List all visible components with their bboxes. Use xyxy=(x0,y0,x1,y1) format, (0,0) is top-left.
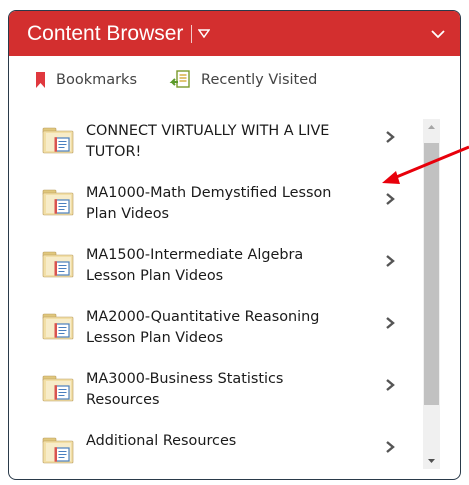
caret-down-icon[interactable] xyxy=(197,27,211,42)
content-list: CONNECT VIRTUALLY WITH A LIVE TUTOR! MA1… xyxy=(9,111,430,479)
module-folder-icon xyxy=(41,187,75,217)
list-item[interactable]: MA3000-Business Statistics Resources xyxy=(41,369,430,423)
item-label: Additional Resources xyxy=(86,433,237,449)
list-item[interactable]: MA1000-Math Demystified Lesson Plan Vide… xyxy=(41,183,430,237)
module-folder-icon xyxy=(41,249,75,279)
item-label: MA3000-Business Statistics Resources xyxy=(86,371,284,408)
list-item[interactable]: MA1500-Intermediate Algebra Lesson Plan … xyxy=(41,245,430,299)
item-label: MA2000-Quantitative Reasoning Lesson Pla… xyxy=(86,309,320,346)
scrollbar-thumb[interactable] xyxy=(424,143,439,405)
item-label: MA1000-Math Demystified Lesson Plan Vide… xyxy=(86,185,332,222)
list-item[interactable]: MA2000-Quantitative Reasoning Lesson Pla… xyxy=(41,307,430,361)
item-label: CONNECT VIRTUALLY WITH A LIVE TUTOR! xyxy=(86,123,330,160)
list-item[interactable]: Additional Resources xyxy=(41,431,430,480)
item-label: MA1500-Intermediate Algebra Lesson Plan … xyxy=(86,247,304,284)
chevron-right-icon[interactable] xyxy=(384,378,396,392)
content-browser-panel: Content Browser Bookmarks Recently Visit xyxy=(8,10,461,480)
scroll-up-icon[interactable] xyxy=(423,119,440,136)
chevron-right-icon[interactable] xyxy=(384,316,396,330)
chevron-right-icon[interactable] xyxy=(384,130,396,144)
module-folder-icon xyxy=(41,373,75,403)
list-item[interactable]: CONNECT VIRTUALLY WITH A LIVE TUTOR! xyxy=(41,121,430,175)
module-folder-icon xyxy=(41,311,75,341)
bookmarks-link[interactable]: Bookmarks xyxy=(35,71,137,89)
title-divider xyxy=(191,24,193,43)
chevron-right-icon[interactable] xyxy=(384,254,396,268)
browser-toolbar: Bookmarks Recently Visited xyxy=(9,56,460,104)
recently-visited-label: Recently Visited xyxy=(201,72,318,88)
module-folder-icon xyxy=(41,125,75,155)
chevron-right-icon[interactable] xyxy=(384,440,396,454)
bookmark-icon xyxy=(36,72,45,88)
scroll-down-icon[interactable] xyxy=(423,452,440,469)
content-browser-header: Content Browser xyxy=(9,11,460,56)
panel-title: Content Browser xyxy=(27,21,184,45)
chevron-right-icon[interactable] xyxy=(384,192,396,206)
bookmarks-label: Bookmarks xyxy=(56,72,138,88)
module-folder-icon xyxy=(41,435,75,465)
recently-visited-link[interactable]: Recently Visited xyxy=(169,70,317,90)
recent-document-icon xyxy=(169,70,190,88)
list-scrollbar[interactable] xyxy=(423,119,440,469)
chevron-down-icon[interactable] xyxy=(430,26,446,42)
